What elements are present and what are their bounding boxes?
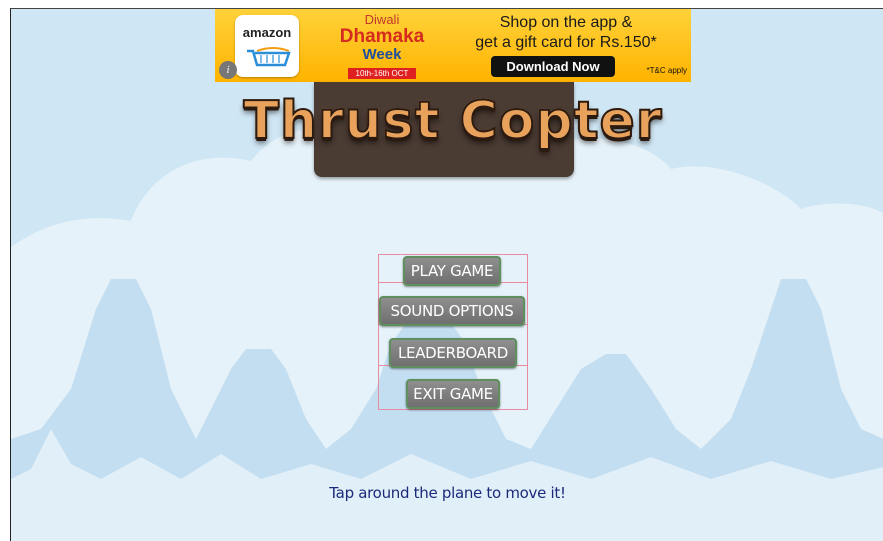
terms-note: *T&C apply [646,66,687,75]
amazon-logo: amazon [235,15,299,77]
game-screen[interactable]: amazon i Diwali Dhamaka Week 10th-16th O… [10,8,883,541]
shopping-cart-icon [247,47,291,67]
ad-headline: Shop on the app & get a gift card for Rs… [475,14,657,51]
ad-banner[interactable]: amazon i Diwali Dhamaka Week 10th-16th O… [215,9,691,82]
ad-info-icon[interactable]: i [219,61,237,79]
download-now-button[interactable]: Download Now [491,56,615,77]
sound-options-button[interactable]: SOUND OPTIONS [379,296,525,326]
instruction-text: Tap around the plane to move it! [329,484,566,502]
game-title: Thrust Copter [243,90,663,152]
play-game-button[interactable]: PLAY GAME [403,256,501,286]
diwali-promo: Diwali Dhamaka Week 10th-16th OCT [339,12,425,79]
exit-game-button[interactable]: EXIT GAME [406,379,500,409]
leaderboard-button[interactable]: LEADERBOARD [389,338,517,368]
promo-dates: 10th-16th OCT [347,68,417,79]
